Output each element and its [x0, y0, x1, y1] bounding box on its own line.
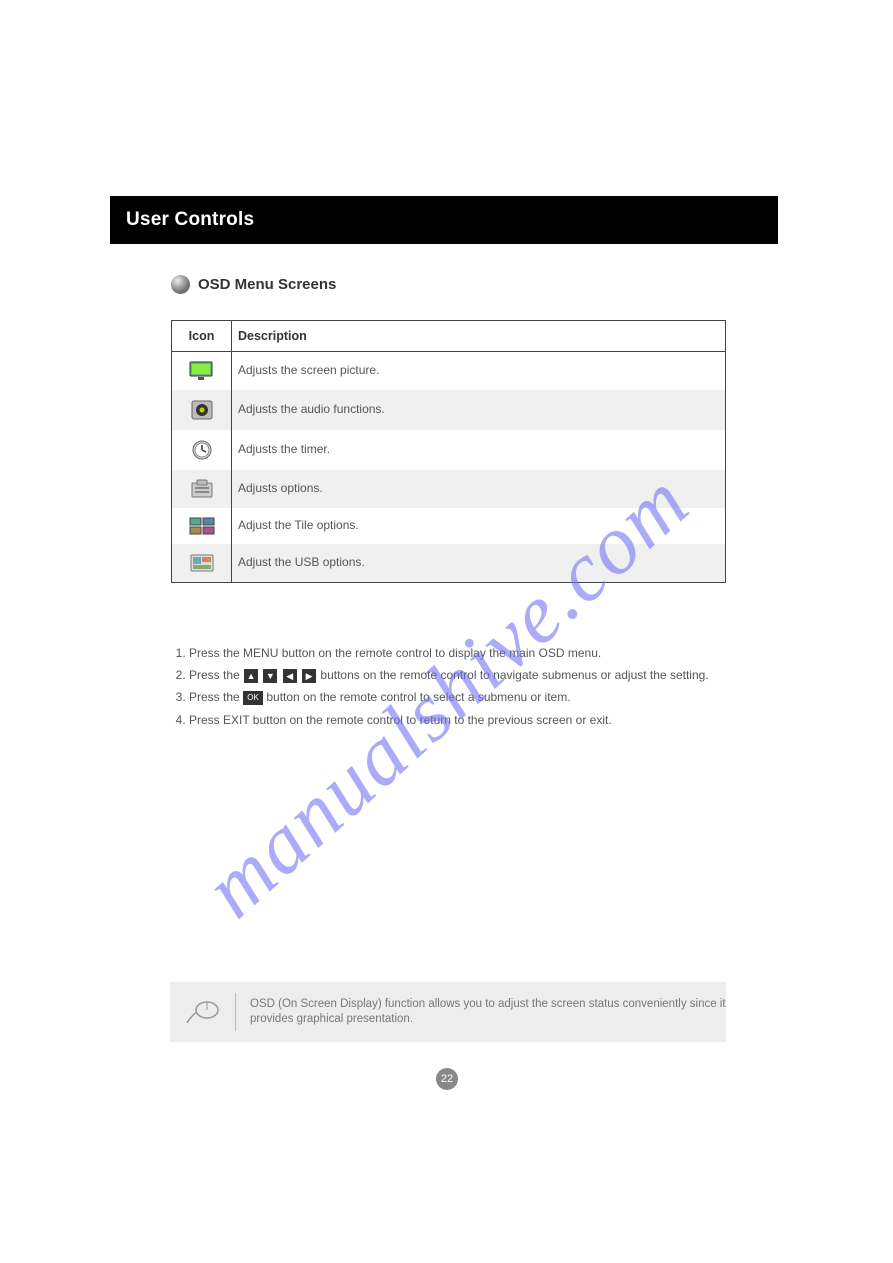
- table-row: Adjust the USB options.: [172, 544, 726, 583]
- option-icon: [190, 479, 214, 499]
- arrow-up-icon: ▲: [244, 669, 258, 683]
- osd-menu-table: Icon Description Adjusts the screen pict…: [171, 320, 726, 583]
- section-title: OSD Menu Screens: [198, 276, 336, 293]
- usb-icon: [189, 553, 215, 573]
- icon-cell: [172, 508, 232, 544]
- table-row: Adjusts the audio functions.: [172, 390, 726, 430]
- timer-icon: [191, 439, 213, 461]
- icon-cell: [172, 544, 232, 583]
- page-number: 22: [436, 1068, 458, 1090]
- icon-cell: [172, 390, 232, 430]
- step-1: Press the MENU button on the remote cont…: [189, 645, 731, 661]
- row-description: Adjusts the audio functions.: [232, 390, 726, 430]
- arrow-right-icon: ▶: [302, 669, 316, 683]
- ok-button-icon: OK: [243, 691, 263, 705]
- row-description: Adjusts the screen picture.: [232, 352, 726, 391]
- col-header-icon: Icon: [172, 321, 232, 352]
- tile-icon: [189, 517, 215, 535]
- table-row: Adjusts the timer.: [172, 430, 726, 470]
- arrow-down-icon: ▼: [263, 669, 277, 683]
- mouse-icon: [185, 998, 221, 1026]
- step-3: Press the OK button on the remote contro…: [189, 689, 731, 705]
- section-header-title: User Controls: [126, 209, 254, 231]
- table-row: Adjusts the screen picture.: [172, 352, 726, 391]
- icon-cell: [172, 430, 232, 470]
- step-2: Press the ▲ ▼ ◀ ▶ buttons on the remote …: [189, 667, 731, 683]
- table-row: Adjust the Tile options.: [172, 508, 726, 544]
- note-text: OSD (On Screen Display) function allows …: [236, 997, 726, 1027]
- audio-icon: [190, 399, 214, 421]
- icon-cell: [172, 470, 232, 508]
- bullet-icon: [171, 275, 190, 294]
- row-description: Adjust the USB options.: [232, 544, 726, 583]
- row-description: Adjusts options.: [232, 470, 726, 508]
- arrow-left-icon: ◀: [283, 669, 297, 683]
- page-number-value: 22: [441, 1073, 453, 1085]
- row-description: Adjusts the timer.: [232, 430, 726, 470]
- table-row: Adjusts options.: [172, 470, 726, 508]
- section-header: User Controls: [110, 196, 778, 244]
- mouse-icon-wrap: [170, 993, 236, 1031]
- icon-cell: [172, 352, 232, 391]
- step-4: Press EXIT button on the remote control …: [189, 712, 731, 728]
- row-description: Adjust the Tile options.: [232, 508, 726, 544]
- note-box: OSD (On Screen Display) function allows …: [170, 982, 726, 1042]
- picture-icon: [189, 361, 215, 381]
- instructions-block: Press the MENU button on the remote cont…: [171, 645, 731, 734]
- col-header-description: Description: [232, 321, 726, 352]
